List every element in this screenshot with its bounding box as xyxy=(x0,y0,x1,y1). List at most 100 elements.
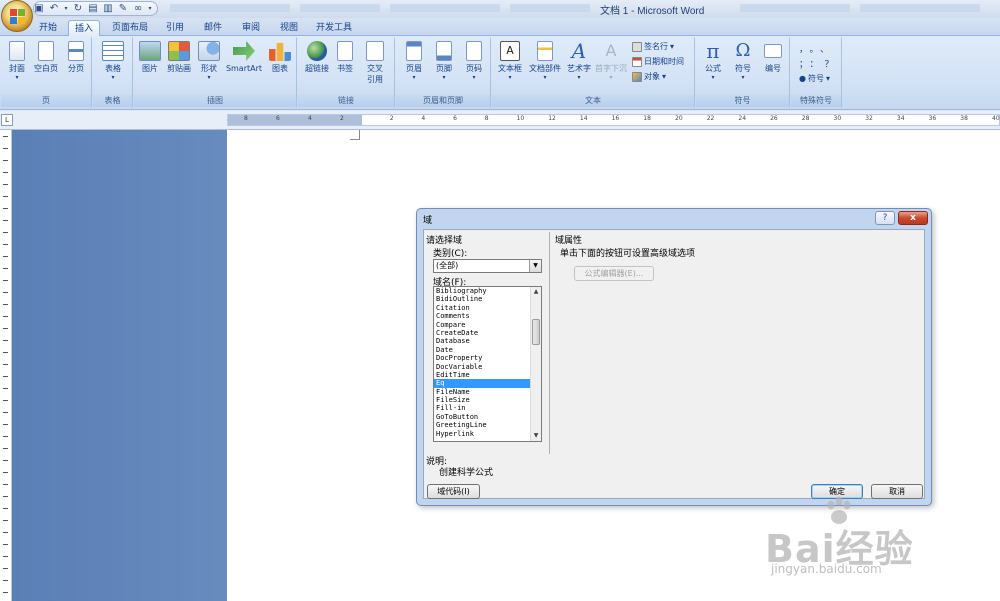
numbering-button[interactable]: 编号 xyxy=(758,41,788,74)
infinity-icon[interactable]: ∞ xyxy=(132,3,144,15)
date-time-button[interactable]: 日期和时间 xyxy=(632,56,684,67)
drop-cap-button[interactable]: A 首字下沉 ▾ xyxy=(594,41,628,82)
ruler-tick-label: 2 xyxy=(389,115,394,122)
save-icon[interactable]: ▣ xyxy=(33,3,45,15)
list-item[interactable]: Bibliography xyxy=(434,287,541,295)
tab-insert[interactable]: 插入 xyxy=(68,20,100,36)
close-button[interactable]: x xyxy=(898,211,928,225)
list-item[interactable]: FileName xyxy=(434,388,541,396)
help-button[interactable]: ? xyxy=(875,211,895,225)
tab-page-layout[interactable]: 页面布局 xyxy=(108,20,152,36)
tab-developer[interactable]: 开发工具 xyxy=(312,20,356,36)
special-symbols-row2[interactable]: ；：？ xyxy=(799,57,840,70)
redo-icon[interactable]: ↻ xyxy=(72,3,84,15)
horizontal-ruler[interactable]: 8 6 4 2 2 4 6 8 10 12 14 16 18 20 22 24 26 28 30 32 34 36 38 40 xyxy=(227,114,1000,126)
quick-parts-button[interactable]: 文档部件 ▾ xyxy=(526,41,564,82)
field-name-list[interactable]: Bibliography BidiOutline Citation Comments C… xyxy=(433,286,542,442)
chart-button[interactable]: 图表 xyxy=(266,41,294,74)
special-symbol-dropdown[interactable]: ● 符号 ▾ xyxy=(799,73,830,84)
symbol-button[interactable]: Ω 符号 ▾ xyxy=(728,41,758,82)
list-item[interactable]: Fill-in xyxy=(434,404,541,412)
cover-button[interactable]: 封面 ▾ xyxy=(5,41,29,82)
ribbon-tabs: 开始 插入 页面布局 引用 邮件 审阅 视图 开发工具 xyxy=(0,18,1000,36)
blurred-tab xyxy=(510,4,590,12)
page-break-button[interactable]: 分页 xyxy=(63,41,89,74)
list-item[interactable]: FileSize xyxy=(434,396,541,404)
edit-icon[interactable]: ✎ xyxy=(117,3,129,15)
wordart-button[interactable]: A 艺术字 ▾ xyxy=(564,41,594,82)
office-button[interactable] xyxy=(1,0,33,32)
dropdown-icon[interactable]: ▾ xyxy=(63,3,69,15)
picture-button[interactable]: 图片 xyxy=(138,41,162,74)
list-item[interactable]: Date xyxy=(434,346,541,354)
numbering-icon xyxy=(764,44,782,58)
page-break-icon xyxy=(68,41,84,61)
ruler-tick-label: 22 xyxy=(706,115,715,122)
list-scrollbar[interactable]: ▲ ▼ xyxy=(530,287,541,441)
ruler-tick-label: 4 xyxy=(421,115,426,122)
tab-review[interactable]: 审阅 xyxy=(236,20,266,36)
print-preview-icon[interactable]: ▤ xyxy=(87,3,99,15)
choose-field-label: 请选择域 xyxy=(426,236,463,246)
list-item[interactable]: Eq xyxy=(434,379,541,388)
tab-home[interactable]: 开始 xyxy=(34,20,62,36)
object-button[interactable]: 对象 ▾ xyxy=(632,71,666,82)
page-number-button[interactable]: 页码 ▾ xyxy=(460,41,488,82)
table-button[interactable]: 表格 ▾ xyxy=(99,41,127,82)
scroll-up-icon[interactable]: ▲ xyxy=(531,287,541,297)
ruler-tick-label: 16 xyxy=(611,115,620,122)
bookmark-icon xyxy=(337,41,353,61)
customize-icon[interactable]: ▾ xyxy=(147,3,153,15)
list-item[interactable]: GoToButton xyxy=(434,413,541,421)
list-item[interactable]: DocProperty xyxy=(434,354,541,362)
cross-reference-icon xyxy=(366,41,384,61)
ruler-tick-label: 20 xyxy=(675,115,683,122)
vertical-ruler-tick xyxy=(3,544,8,545)
hyperlink-button[interactable]: 超链接 xyxy=(302,41,332,74)
vertical-ruler-tick xyxy=(3,484,8,485)
vertical-ruler[interactable] xyxy=(0,130,12,601)
scroll-thumb[interactable] xyxy=(532,319,540,345)
scroll-down-icon[interactable]: ▼ xyxy=(531,431,541,441)
list-item[interactable]: Comments xyxy=(434,312,541,320)
footer-button[interactable]: 页脚 ▾ xyxy=(430,41,458,82)
list-item[interactable]: CreateDate xyxy=(434,329,541,337)
list-item[interactable]: Hyperlink xyxy=(434,430,541,438)
bookmark-button[interactable]: 书签 xyxy=(334,41,356,74)
blank-page-icon xyxy=(38,41,54,61)
smartart-button[interactable]: SmartArt xyxy=(224,41,264,74)
vertical-ruler-tick xyxy=(3,340,8,341)
vertical-ruler-tick xyxy=(3,592,8,593)
tab-references[interactable]: 引用 xyxy=(160,20,190,36)
print-icon[interactable]: ▥ xyxy=(102,3,114,15)
list-item[interactable]: BidiOutline xyxy=(434,295,541,303)
equation-button[interactable]: π 公式 ▾ xyxy=(698,41,728,82)
list-item[interactable]: Compare xyxy=(434,321,541,329)
chevron-down-icon[interactable]: ▼ xyxy=(529,260,541,272)
header-button[interactable]: 页眉 ▾ xyxy=(400,41,428,82)
blank-page-button[interactable]: 空白页 xyxy=(31,41,61,74)
wordart-icon: A xyxy=(571,39,587,63)
tab-selector[interactable]: L xyxy=(1,114,13,126)
textbox-button[interactable]: A 文本框 ▾ xyxy=(494,41,526,82)
blurred-tab xyxy=(170,4,290,12)
tab-mailings[interactable]: 邮件 xyxy=(198,20,228,36)
cross-reference-button[interactable]: 交叉 引用 xyxy=(360,41,390,85)
undo-icon[interactable]: ↶ xyxy=(48,3,60,15)
list-item[interactable]: EditTime xyxy=(434,371,541,379)
list-item[interactable]: Database xyxy=(434,337,541,345)
dialog-separator xyxy=(549,232,550,454)
tab-view[interactable]: 视图 xyxy=(274,20,304,36)
ruler-tick-label: 2 xyxy=(340,115,344,122)
shapes-button[interactable]: 形状 ▾ xyxy=(196,41,222,82)
clipart-button[interactable]: 剪贴画 xyxy=(164,41,194,74)
field-codes-button[interactable]: 域代码(I) xyxy=(427,484,480,499)
list-item[interactable]: Citation xyxy=(434,304,541,312)
list-item[interactable]: GreetingLine xyxy=(434,421,541,429)
category-select[interactable]: (全部) ▼ xyxy=(433,259,542,273)
list-item[interactable]: DocVariable xyxy=(434,363,541,371)
ruler-tick-label: 36 xyxy=(928,115,937,122)
formula-editor-button[interactable]: 公式编辑器(E)... xyxy=(574,266,654,281)
special-symbols-row1[interactable]: ，。、 xyxy=(799,42,835,55)
signature-line-button[interactable]: 签名行 ▾ xyxy=(632,41,674,52)
